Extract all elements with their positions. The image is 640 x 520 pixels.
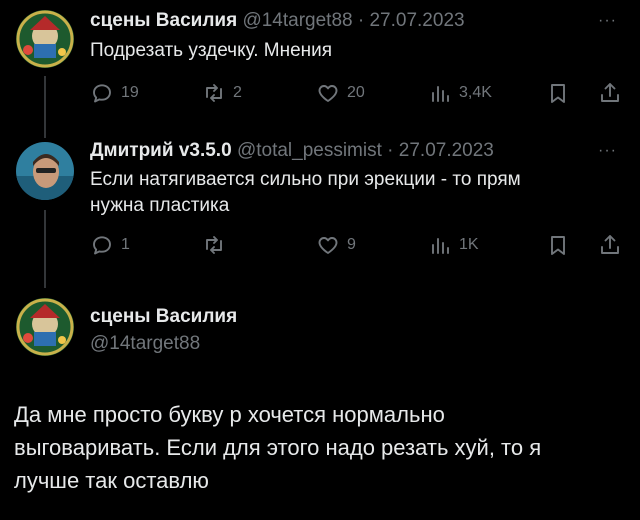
tweet-text: Если натягивается сильно при эрекции - т… <box>90 167 630 219</box>
author-name[interactable]: сцены Василия <box>90 10 237 31</box>
like-button[interactable]: 20 <box>316 78 365 108</box>
avatar[interactable] <box>16 10 74 68</box>
views-button[interactable]: 3,4K <box>428 78 492 108</box>
tweet-2[interactable]: Дмитрий v3.5.0 @total_pessimist · 27.07.… <box>0 136 640 278</box>
like-button[interactable]: 9 <box>316 230 356 260</box>
author-name[interactable]: Дмитрий v3.5.0 <box>90 140 232 161</box>
retweet-button[interactable]: 2 <box>202 78 242 108</box>
tweet-header: Дмитрий v3.5.0 @total_pessimist · 27.07.… <box>90 140 494 162</box>
reply-button[interactable]: 1 <box>90 230 130 260</box>
like-count: 20 <box>347 84 365 101</box>
tweet-date[interactable]: 27.07.2023 <box>369 10 464 31</box>
avatar[interactable] <box>16 142 74 200</box>
views-icon <box>432 86 449 102</box>
bookmark-button[interactable] <box>546 230 570 260</box>
views-button[interactable]: 1K <box>428 230 479 260</box>
main-tweet-text-line: выговаривать. Если для этого надо резать… <box>14 435 542 460</box>
main-tweet-text-line: Да мне просто букву р хочется нормально <box>14 402 445 427</box>
like-icon <box>318 237 338 254</box>
retweet-icon <box>206 84 222 102</box>
share-button[interactable] <box>598 78 622 108</box>
share-icon <box>601 83 619 102</box>
share-button[interactable] <box>598 230 622 260</box>
tweet-header: сцены Василия @14target88 · 27.07.2023 <box>90 10 465 32</box>
tweet-text: Подрезать уздечку. Мнения <box>90 40 333 61</box>
avatar-image-icon <box>16 298 74 356</box>
avatar-image-icon <box>16 10 74 68</box>
action-bar: 1 9 1K <box>90 230 630 260</box>
main-tweet-text: Да мне просто букву р хочется нормально … <box>14 398 614 497</box>
reply-icon <box>93 236 111 255</box>
author-handle[interactable]: @14target88 <box>242 10 352 31</box>
main-tweet-text-line: лучше так оставлю <box>14 468 209 493</box>
reply-count: 1 <box>121 236 130 253</box>
like-icon <box>318 85 338 102</box>
tweet-date[interactable]: 27.07.2023 <box>399 140 494 161</box>
bookmark-icon <box>551 84 565 103</box>
author-handle[interactable]: @total_pessimist <box>237 140 382 161</box>
avatar[interactable] <box>16 298 74 356</box>
separator: · <box>357 10 365 31</box>
views-count: 3,4K <box>459 84 492 101</box>
avatar-image-icon <box>16 142 74 200</box>
more-options-button[interactable]: ··· <box>598 142 617 160</box>
reply-count: 19 <box>121 84 139 101</box>
tweet-1[interactable]: сцены Василия @14target88 · 27.07.2023 ·… <box>0 0 640 130</box>
tweet-text-line: Если натягивается сильно при эрекции - т… <box>90 169 521 190</box>
like-count: 9 <box>347 236 356 253</box>
more-options-button[interactable]: ··· <box>598 12 617 30</box>
tweet-text-line: нужна пластика <box>90 195 230 216</box>
main-tweet-author-handle[interactable]: @14target88 <box>90 333 200 355</box>
main-tweet-author-name[interactable]: сцены Василия <box>90 306 237 328</box>
views-icon <box>432 238 449 254</box>
reply-button[interactable]: 19 <box>90 78 139 108</box>
retweet-icon <box>206 236 222 254</box>
separator: · <box>387 140 394 161</box>
share-icon <box>601 235 619 254</box>
bookmark-button[interactable] <box>546 78 570 108</box>
action-bar: 19 2 20 3,4K <box>90 78 630 108</box>
bookmark-icon <box>551 236 565 255</box>
reply-icon <box>93 84 111 103</box>
retweet-count: 2 <box>233 84 242 101</box>
views-count: 1K <box>459 236 479 253</box>
retweet-button[interactable] <box>202 230 233 260</box>
